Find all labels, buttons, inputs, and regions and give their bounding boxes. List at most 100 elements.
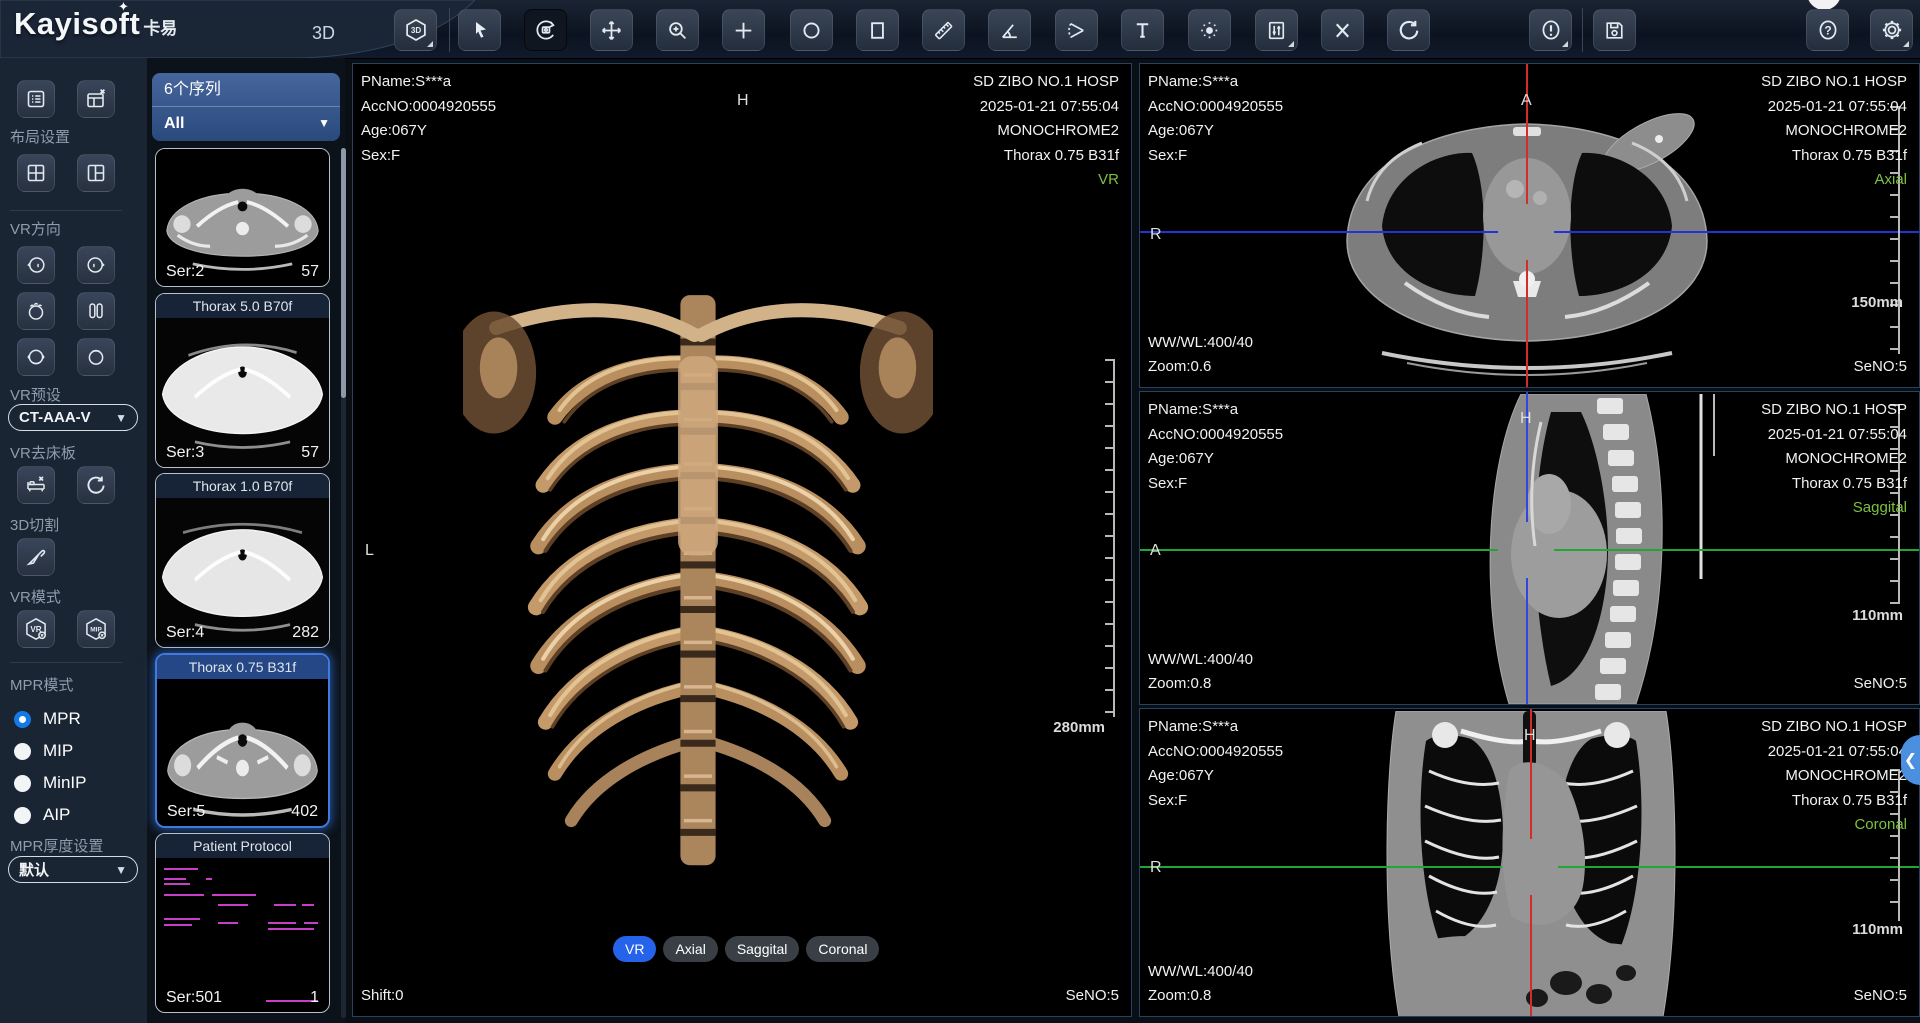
crosshair-vertical-red[interactable] [1530, 895, 1532, 1017]
radio-selected-icon [14, 711, 31, 728]
crosshair-horizontal-blue[interactable] [1554, 231, 1920, 233]
image-count: 57 [301, 263, 319, 281]
crosshair-vertical-red[interactable] [1526, 64, 1528, 204]
toolbar-button-cursor[interactable] [458, 9, 501, 51]
vr-mode-vr-button[interactable]: VR [17, 610, 55, 648]
crosshair-vertical-red[interactable] [1526, 260, 1528, 388]
divider [10, 662, 122, 663]
toolbar-button-crosshair[interactable] [722, 9, 765, 51]
patient-name: PName:S***a [361, 70, 496, 95]
section-label-vr-preset: VR预设 [10, 384, 61, 405]
vr-orient-head-back-button[interactable] [77, 338, 115, 376]
hospital-name: SD ZIBO NO.1 HOSP [1761, 398, 1907, 423]
image-count: 1 [310, 989, 319, 1007]
series-card-ser4[interactable]: Thorax 1.0 B70f Ser:4 282 [155, 473, 330, 648]
toolbar-button-rect-roi[interactable] [856, 9, 899, 51]
crosshair-vertical-blue[interactable] [1526, 578, 1528, 705]
vr-preset-dropdown[interactable]: CT-AAA-V ▼ [8, 404, 138, 431]
coronal-viewport[interactable]: PName:S***a AccNO:0004920555 Age:067Y Se… [1139, 708, 1920, 1017]
study-datetime: 2025-01-21 07:55:04 [1761, 740, 1907, 765]
mpr-mode-option-aip[interactable]: AIP [14, 804, 70, 826]
vr-orient-head-front-button[interactable] [17, 338, 55, 376]
window-level-value: WW/WL:400/40 [1148, 648, 1253, 673]
sidebar-button-layout-list[interactable] [17, 80, 55, 118]
rotate-3d-icon [533, 17, 559, 43]
sidebar-button-split-layout[interactable] [77, 154, 115, 192]
plane-label: VR [973, 168, 1119, 193]
sagittal-viewport[interactable]: PName:S***a AccNO:0004920555 Age:067Y Se… [1139, 391, 1920, 705]
crosshair-horizontal-blue[interactable] [1140, 231, 1498, 233]
series-card-ser5-selected[interactable]: Thorax 0.75 B31f Ser:5 402 [155, 653, 330, 828]
series-scrollbar[interactable] [341, 148, 346, 1018]
toolbar-button-save[interactable] [1593, 9, 1636, 51]
toolbar-divider [1582, 8, 1583, 52]
series-filter-dropdown[interactable]: All ▼ [152, 106, 340, 140]
toolbar-button-brightness[interactable] [1188, 9, 1231, 51]
radio-icon [14, 775, 31, 792]
plane-label: Coronal [1761, 813, 1907, 838]
series-card-ser3[interactable]: Thorax 5.0 B70f Ser:3 57 [155, 293, 330, 468]
sidebar-button-layout-close[interactable] [77, 80, 115, 118]
toolbar-button-help[interactable]: ? [1806, 9, 1849, 51]
radio-icon [14, 807, 31, 824]
orientation-marker-left: R [1150, 226, 1162, 244]
plane-button-axial[interactable]: Axial [663, 936, 717, 962]
series-number: Ser:501 [166, 989, 222, 1007]
mpr-thickness-dropdown[interactable]: 默认 ▼ [8, 856, 138, 883]
crosshair-horizontal-green[interactable] [1554, 549, 1920, 551]
ellipse-roi-icon [799, 18, 824, 43]
mpr-mode-option-mpr[interactable]: MPR [14, 708, 81, 730]
mpr-mode-option-mip[interactable]: MIP [14, 740, 73, 762]
section-label-mpr-thickness: MPR厚度设置 [10, 835, 103, 856]
plane-button-coronal[interactable]: Coronal [806, 936, 879, 962]
vr-orient-head-right-button[interactable] [77, 246, 115, 284]
vr-orient-feet-button[interactable] [77, 292, 115, 330]
plane-button-saggital[interactable]: Saggital [725, 936, 800, 962]
left-tool-sidebar: 布局设置 VR方向 [0, 58, 147, 1023]
toolbar-button-pan[interactable] [590, 9, 633, 51]
toolbar-button-3d-layout[interactable]: 3D [394, 9, 437, 51]
vr-orient-head-left-button[interactable] [17, 246, 55, 284]
scrollbar-thumb[interactable] [341, 148, 346, 398]
feet-icon [84, 299, 108, 323]
series-description: Thorax 0.75 B31f [1761, 472, 1907, 497]
toolbar-button-info[interactable] [1529, 9, 1572, 51]
section-label-vr-bed: VR去床板 [10, 442, 76, 463]
series-description: Thorax 0.75 B31f [1761, 789, 1907, 814]
toolbar-button-ellipse-roi[interactable] [790, 9, 833, 51]
radio-label: MinIP [43, 773, 86, 793]
study-info-overlay: SD ZIBO NO.1 HOSP 2025-01-21 07:55:04 MO… [1761, 70, 1907, 193]
section-label-vr-mode: VR模式 [10, 586, 61, 607]
toolbar-button-text[interactable] [1121, 9, 1164, 51]
toolbar-button-cobb-angle[interactable] [1055, 9, 1098, 51]
vr-orient-head-top-button[interactable] [17, 292, 55, 330]
vr-mode-mip-button[interactable]: MIP [77, 610, 115, 648]
patient-age: Age:067Y [361, 119, 496, 144]
toolbar-button-zoom[interactable] [656, 9, 699, 51]
crosshair-horizontal-green[interactable] [1140, 866, 1502, 868]
crosshair-horizontal-green[interactable] [1140, 549, 1498, 551]
toolbar-button-delete[interactable] [1321, 9, 1364, 51]
remove-bed-button[interactable] [17, 466, 55, 504]
zoom-value: Zoom:0.6 [1148, 355, 1211, 380]
series-card-ser2[interactable]: Ser:2 57 [155, 148, 330, 287]
orientation-marker-top: H [1524, 727, 1536, 745]
toolbar-button-window-level[interactable] [1255, 9, 1298, 51]
series-card-ser501-protocol[interactable]: Patient Protocol Ser:501 1 [155, 833, 330, 1013]
mpr-mode-option-minip[interactable]: MinIP [14, 772, 86, 794]
toolbar-button-rotate3d[interactable] [524, 9, 567, 51]
toolbar-button-ruler[interactable] [922, 9, 965, 51]
chevron-down-icon: ▼ [115, 863, 127, 877]
plane-button-vr[interactable]: VR [613, 936, 656, 962]
vr-viewport[interactable]: PName:S***a AccNO:0004920555 Age:067Y Se… [352, 63, 1132, 1017]
toolbar-button-reset[interactable] [1387, 9, 1430, 51]
photometric: MONOCHROME2 [1761, 764, 1907, 789]
sidebar-button-grid-layout[interactable] [17, 154, 55, 192]
reset-bed-button[interactable] [77, 466, 115, 504]
help-icon: ? [1815, 17, 1841, 43]
axial-viewport[interactable]: PName:S***a AccNO:0004920555 Age:067Y Se… [1139, 63, 1920, 388]
scalpel-cut-button[interactable] [17, 538, 55, 576]
crosshair-horizontal-green[interactable] [1558, 866, 1920, 868]
toolbar-button-angle[interactable] [988, 9, 1031, 51]
toolbar-button-settings[interactable] [1870, 9, 1913, 51]
